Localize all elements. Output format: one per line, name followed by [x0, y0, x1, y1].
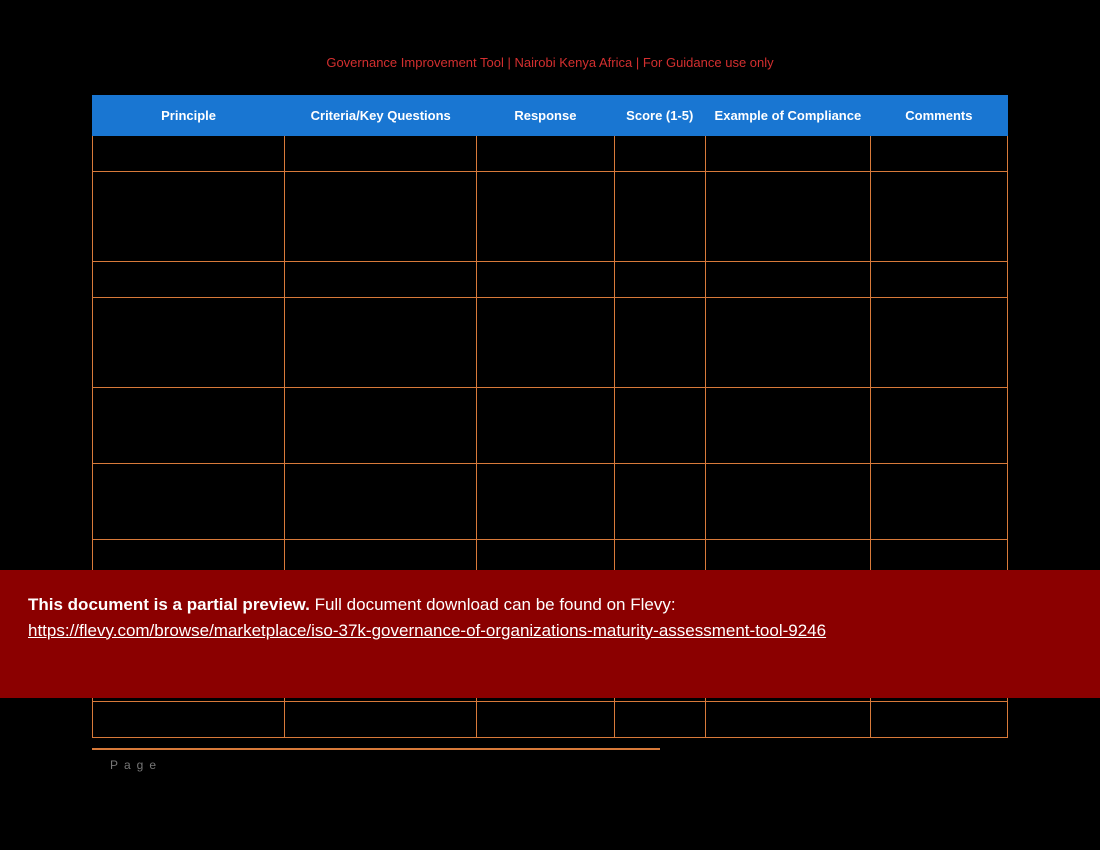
overlay-bold: This document is a partial preview. [28, 595, 310, 614]
table-row [93, 388, 1008, 464]
document-header: Governance Improvement Tool | Nairobi Ke… [0, 0, 1100, 95]
table-row [93, 262, 1008, 298]
col-response: Response [477, 96, 614, 136]
preview-overlay: This document is a partial preview. Full… [0, 570, 1100, 698]
overlay-rest: Full document download can be found on F… [310, 595, 676, 614]
overlay-link[interactable]: https://flevy.com/browse/marketplace/iso… [28, 621, 826, 640]
col-example: Example of Compliance [706, 96, 871, 136]
col-score: Score (1-5) [614, 96, 706, 136]
table-row [93, 298, 1008, 388]
col-criteria: Criteria/Key Questions [285, 96, 477, 136]
col-principle: Principle [93, 96, 285, 136]
table-row [93, 172, 1008, 262]
col-comments: Comments [870, 96, 1007, 136]
table-row [93, 136, 1008, 172]
table-row [93, 702, 1008, 738]
table-row [93, 464, 1008, 540]
table-header-row: Principle Criteria/Key Questions Respons… [93, 96, 1008, 136]
page-label: Page [0, 750, 1100, 772]
